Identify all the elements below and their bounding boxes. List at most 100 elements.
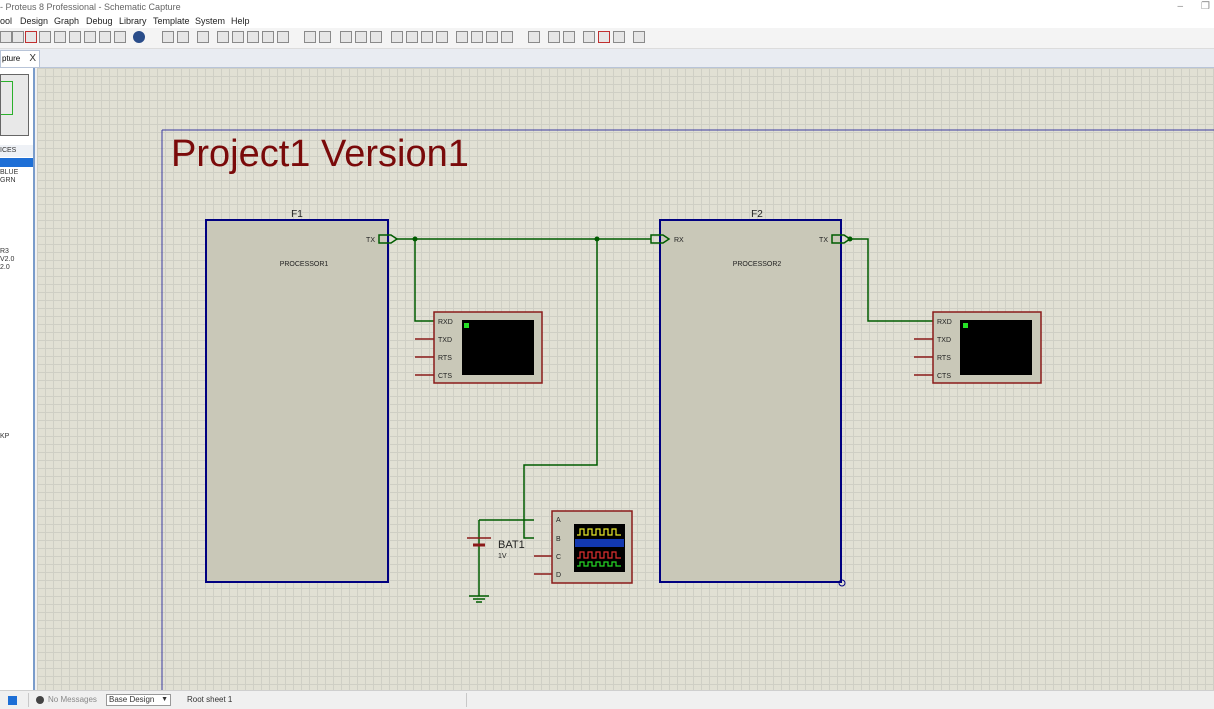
search-icon[interactable] bbox=[548, 31, 560, 43]
tab-schematic-capture[interactable]: pture X bbox=[0, 50, 40, 67]
processor1-tx-label: TX bbox=[366, 237, 375, 244]
processor1-body[interactable] bbox=[205, 219, 389, 583]
schematic-canvas[interactable]: Project1 Version1 F1 PROCESSOR1 TX F2 PR… bbox=[37, 68, 1214, 690]
cut-icon[interactable] bbox=[340, 31, 352, 43]
wire-autorouter-icon[interactable] bbox=[528, 31, 540, 43]
menu-system[interactable]: System bbox=[195, 14, 225, 28]
device-item[interactable]: V2.0 bbox=[0, 256, 14, 264]
component-icon[interactable] bbox=[54, 31, 66, 43]
terminal2-screen bbox=[960, 320, 1032, 375]
status-divider bbox=[466, 693, 467, 707]
paste-icon[interactable] bbox=[370, 31, 382, 43]
document-icon[interactable] bbox=[114, 31, 126, 43]
virtual-terminal-2[interactable]: RXD TXD RTS CTS bbox=[914, 311, 1042, 384]
tool-icon[interactable] bbox=[0, 31, 12, 43]
menu-graph[interactable]: Graph bbox=[54, 14, 79, 28]
info-icon bbox=[36, 696, 44, 704]
block-copy-icon[interactable] bbox=[391, 31, 403, 43]
window-title: - Proteus 8 Professional - Schematic Cap… bbox=[0, 2, 181, 12]
menu-help[interactable]: Help bbox=[231, 14, 250, 28]
device-item[interactable]: BLUE bbox=[0, 169, 18, 177]
bus-icon[interactable] bbox=[99, 31, 111, 43]
help-icon[interactable] bbox=[133, 31, 145, 43]
terminal2-pin-cts: CTS bbox=[937, 373, 951, 380]
play-square-icon[interactable] bbox=[8, 696, 17, 705]
chip-icon[interactable] bbox=[25, 31, 37, 43]
terminal2-pin-txd: TXD bbox=[937, 337, 951, 344]
terminal1-pin-rxd: RXD bbox=[438, 319, 453, 326]
oscilloscope[interactable]: A B C D bbox=[534, 510, 633, 584]
grid-icon[interactable] bbox=[12, 31, 24, 43]
zoom-all-icon[interactable] bbox=[262, 31, 274, 43]
scope-pin-c: C bbox=[556, 554, 561, 561]
undo-icon[interactable] bbox=[304, 31, 316, 43]
overview-window[interactable] bbox=[0, 74, 29, 136]
page-icon[interactable] bbox=[84, 31, 96, 43]
origin-icon[interactable] bbox=[197, 31, 209, 43]
devices-header: ICES bbox=[0, 145, 33, 157]
virtual-terminal-1[interactable]: RXD TXD RTS CTS bbox=[415, 311, 543, 384]
zoom-area-icon[interactable] bbox=[277, 31, 289, 43]
terminal1-screen bbox=[462, 320, 534, 375]
tab-row: pture X bbox=[0, 49, 1214, 68]
menu-design[interactable]: Design bbox=[20, 14, 48, 28]
status-messages[interactable]: No Messages bbox=[48, 691, 97, 709]
title-bar: - Proteus 8 Professional - Schematic Cap… bbox=[0, 0, 1214, 14]
new-sheet-icon[interactable] bbox=[583, 31, 595, 43]
pan-icon[interactable] bbox=[217, 31, 229, 43]
redo-icon[interactable] bbox=[319, 31, 331, 43]
library-icon[interactable] bbox=[69, 31, 81, 43]
terminal1-pin-cts: CTS bbox=[438, 373, 452, 380]
restore-button[interactable]: ❐ bbox=[1201, 0, 1210, 14]
menu-template[interactable]: Template bbox=[153, 14, 190, 28]
left-panel: ICES BLUE GRN R3 V2.0 2.0 KP bbox=[0, 68, 35, 690]
scope-pin-d: D bbox=[556, 572, 561, 579]
schematic-title: Project1 Version1 bbox=[171, 133, 469, 175]
processor2-body[interactable] bbox=[659, 219, 842, 583]
terminal2-pin-rts: RTS bbox=[937, 355, 951, 362]
package-icon[interactable] bbox=[486, 31, 498, 43]
device-item[interactable]: GRN bbox=[0, 177, 16, 185]
block-move-icon[interactable] bbox=[406, 31, 418, 43]
block-delete-icon[interactable] bbox=[436, 31, 448, 43]
terminal2-cursor bbox=[963, 323, 968, 328]
zoom-out-icon[interactable] bbox=[247, 31, 259, 43]
delete-sheet-icon[interactable] bbox=[598, 31, 610, 43]
zoom-in-icon[interactable] bbox=[232, 31, 244, 43]
wire-scope-b[interactable] bbox=[523, 239, 598, 539]
terminal1-pin-rts: RTS bbox=[438, 355, 452, 362]
property-assign-icon[interactable] bbox=[563, 31, 575, 43]
device-item[interactable]: 2.0 bbox=[0, 264, 10, 272]
processor2-label: PROCESSOR2 bbox=[733, 261, 782, 268]
minimize-button[interactable]: – bbox=[1177, 0, 1183, 14]
battery-value: 1V bbox=[498, 553, 507, 560]
device-item[interactable]: R3 bbox=[0, 248, 9, 256]
back-icon[interactable] bbox=[39, 31, 51, 43]
exit-to-parent-icon[interactable] bbox=[613, 31, 625, 43]
copy-icon[interactable] bbox=[355, 31, 367, 43]
bill-of-materials-icon[interactable] bbox=[633, 31, 645, 43]
processor2-tx-label: TX bbox=[819, 237, 828, 244]
battery-bat1[interactable]: BAT1 1V bbox=[467, 537, 525, 603]
pick-device-icon[interactable] bbox=[456, 31, 468, 43]
decompose-icon[interactable] bbox=[501, 31, 513, 43]
make-device-icon[interactable] bbox=[471, 31, 483, 43]
device-selected-item[interactable] bbox=[0, 158, 33, 167]
schematic-drawing: Project1 Version1 F1 PROCESSOR1 TX F2 PR… bbox=[161, 129, 1214, 690]
toggle-grid-icon[interactable] bbox=[177, 31, 189, 43]
device-item[interactable]: KP bbox=[0, 433, 9, 441]
design-select[interactable]: Base Design ▼ bbox=[106, 694, 171, 706]
window-buttons: – ❐ bbox=[1177, 0, 1210, 14]
tab-label: pture bbox=[2, 54, 21, 63]
battery-ref: BAT1 bbox=[498, 539, 525, 551]
wire-terminal2-rxd[interactable] bbox=[850, 238, 933, 322]
wire-terminal1-rxd[interactable] bbox=[414, 239, 434, 322]
close-icon[interactable]: X bbox=[29, 51, 36, 67]
scope-trace-b bbox=[575, 539, 624, 547]
menu-debug[interactable]: Debug bbox=[86, 14, 113, 28]
menu-tool[interactable]: ool bbox=[0, 14, 12, 28]
menu-library[interactable]: Library bbox=[119, 14, 147, 28]
refresh-icon[interactable] bbox=[162, 31, 174, 43]
status-divider bbox=[28, 693, 29, 707]
block-rotate-icon[interactable] bbox=[421, 31, 433, 43]
